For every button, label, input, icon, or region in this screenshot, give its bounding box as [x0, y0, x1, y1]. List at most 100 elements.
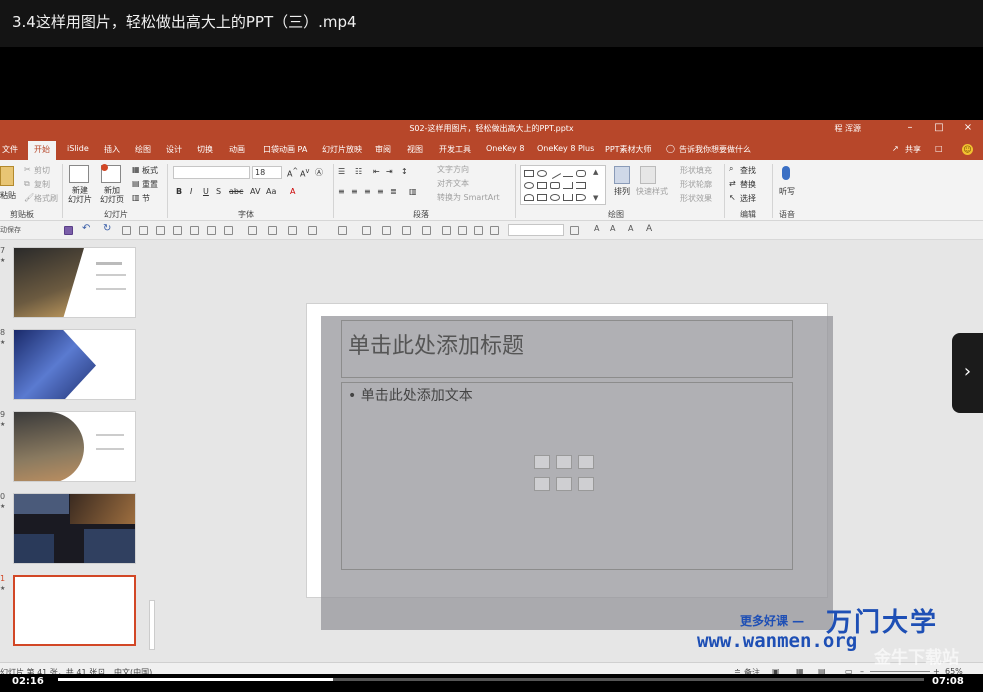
- qat-tool-icon[interactable]: [308, 226, 317, 235]
- qat-tool-icon[interactable]: [474, 226, 483, 235]
- qat-tool-icon[interactable]: [139, 226, 148, 235]
- elbow-shape-icon[interactable]: [563, 182, 573, 189]
- qat-tool-icon[interactable]: [288, 226, 297, 235]
- thumbnail-scrollbar[interactable]: [147, 240, 157, 660]
- title-placeholder[interactable]: 单击此处添加标题: [341, 320, 793, 378]
- next-video-button[interactable]: ›: [952, 333, 983, 413]
- qat-text-effects-icon[interactable]: A: [646, 224, 652, 234]
- font-color-icon[interactable]: A: [290, 187, 295, 196]
- bracket-shape-icon[interactable]: [576, 182, 586, 189]
- underline-icon[interactable]: U: [203, 187, 209, 196]
- curve-shape-icon[interactable]: [563, 194, 573, 201]
- align-center-icon[interactable]: ≡: [351, 187, 358, 196]
- shape-effects-button[interactable]: 形状效果: [680, 193, 712, 204]
- justify-icon[interactable]: ≡: [377, 187, 384, 196]
- arrange-button[interactable]: 排列: [614, 186, 630, 197]
- align-text-button[interactable]: 对齐文本: [437, 178, 469, 189]
- minimize-button[interactable]: –: [899, 122, 921, 133]
- text-direction-button[interactable]: 文字方向: [437, 164, 469, 175]
- tab-pocket-animation[interactable]: 口袋动画 PA: [263, 144, 307, 155]
- tab-ppt-material[interactable]: PPT素材大师: [605, 144, 652, 155]
- find-button[interactable]: 查找: [740, 165, 756, 176]
- font-size-select[interactable]: 18: [252, 166, 282, 179]
- square-shape-icon[interactable]: [537, 182, 547, 189]
- replace-button[interactable]: 替换: [740, 179, 756, 190]
- arc-shape-icon[interactable]: [524, 194, 534, 201]
- ellipse-shape-icon[interactable]: [550, 194, 560, 201]
- tab-insert[interactable]: 插入: [104, 144, 120, 155]
- columns-icon[interactable]: ▥: [409, 187, 417, 196]
- block-shape-icon[interactable]: [537, 194, 547, 201]
- tab-animations[interactable]: 动画: [229, 144, 245, 155]
- smiley-feedback-icon[interactable]: ☺: [962, 144, 973, 155]
- qat-tool-icon[interactable]: [248, 226, 257, 235]
- insert-chart-icon[interactable]: [556, 455, 572, 469]
- user-name[interactable]: 程 浑源: [834, 123, 861, 134]
- qat-tool-icon[interactable]: [570, 226, 579, 235]
- insert-smartart-icon[interactable]: [578, 455, 594, 469]
- tab-developer[interactable]: 开发工具: [439, 144, 471, 155]
- oval-shape-icon[interactable]: [537, 170, 547, 177]
- redo-icon[interactable]: ↻: [103, 223, 111, 234]
- convert-smartart-button[interactable]: 转换为 SmartArt: [437, 192, 500, 203]
- insert-table-icon[interactable]: [534, 455, 550, 469]
- tab-draw[interactable]: 绘图: [135, 144, 151, 155]
- reuse-slide-button[interactable]: 新加 幻灯页: [98, 186, 126, 204]
- tab-islide[interactable]: iSlide: [67, 144, 89, 153]
- align-left-icon[interactable]: ≡: [338, 187, 345, 196]
- line-shape-icon[interactable]: [548, 167, 562, 180]
- paste-icon[interactable]: [0, 166, 14, 186]
- tab-home[interactable]: 开始: [28, 141, 56, 160]
- maximize-button[interactable]: □: [928, 122, 950, 133]
- slide-thumbnail[interactable]: [13, 411, 136, 482]
- zoom-slider[interactable]: [870, 671, 930, 672]
- qat-tool-icon[interactable]: [173, 226, 182, 235]
- rect2-shape-icon[interactable]: [550, 182, 560, 189]
- undo-icon[interactable]: ↶: [82, 223, 90, 234]
- copy-button[interactable]: 复制: [34, 179, 50, 190]
- slide-thumbnail[interactable]: [13, 493, 136, 564]
- tell-me-search[interactable]: 告诉我你想要做什么: [679, 144, 751, 155]
- shape-outline-button[interactable]: 形状轮廓: [680, 179, 712, 190]
- distribute-icon[interactable]: ≣: [390, 187, 397, 196]
- circle-shape-icon[interactable]: [524, 182, 534, 189]
- qat-tool-icon[interactable]: [442, 226, 451, 235]
- quick-styles-icon[interactable]: [640, 166, 656, 184]
- qat-tool-icon[interactable]: [458, 226, 467, 235]
- tab-slideshow[interactable]: 幻灯片放映: [322, 144, 362, 155]
- increase-indent-icon[interactable]: ⇥: [386, 167, 393, 176]
- qat-tool-icon[interactable]: [490, 226, 499, 235]
- tab-onekey8-plus[interactable]: OneKey 8 Plus: [537, 144, 594, 153]
- qat-tool-icon[interactable]: [362, 226, 371, 235]
- font-name-select[interactable]: [173, 166, 250, 179]
- qat-tool-icon[interactable]: [268, 226, 277, 235]
- qat-tool-icon[interactable]: [207, 226, 216, 235]
- microphone-icon[interactable]: [782, 166, 790, 180]
- numbering-icon[interactable]: ☷: [355, 167, 362, 176]
- tab-file[interactable]: 文件: [2, 144, 18, 155]
- clear-format-icon[interactable]: Ⓐ: [315, 167, 323, 178]
- increase-font-icon[interactable]: A^: [287, 167, 298, 179]
- cut-button[interactable]: 剪切: [34, 165, 50, 176]
- shapes-gallery[interactable]: ▲ ▼: [520, 165, 606, 205]
- select-button[interactable]: 选择: [740, 193, 756, 204]
- qat-tool-icon[interactable]: [156, 226, 165, 235]
- format-painter-button[interactable]: 格式刷: [34, 193, 58, 204]
- tab-review[interactable]: 审阅: [375, 144, 391, 155]
- decrease-indent-icon[interactable]: ⇤: [373, 167, 380, 176]
- save-icon[interactable]: [64, 226, 73, 235]
- rectangle-shape-icon[interactable]: [524, 170, 534, 177]
- share-button[interactable]: 共享: [905, 144, 921, 155]
- arrow-shape-icon[interactable]: [563, 170, 573, 177]
- layout-button[interactable]: 板式: [142, 165, 158, 176]
- slide-thumbnail[interactable]: [13, 247, 136, 318]
- tab-view[interactable]: 视图: [407, 144, 423, 155]
- close-button[interactable]: ×: [957, 122, 979, 133]
- slide-thumbnail-selected[interactable]: [13, 575, 136, 646]
- insert-video-icon[interactable]: [578, 477, 594, 491]
- reset-button[interactable]: 重置: [142, 179, 158, 190]
- tab-onekey8[interactable]: OneKey 8: [486, 144, 524, 153]
- tab-transitions[interactable]: 切换: [197, 144, 213, 155]
- strikethrough-icon[interactable]: abc: [229, 187, 243, 196]
- decrease-font-icon[interactable]: Av: [300, 167, 309, 179]
